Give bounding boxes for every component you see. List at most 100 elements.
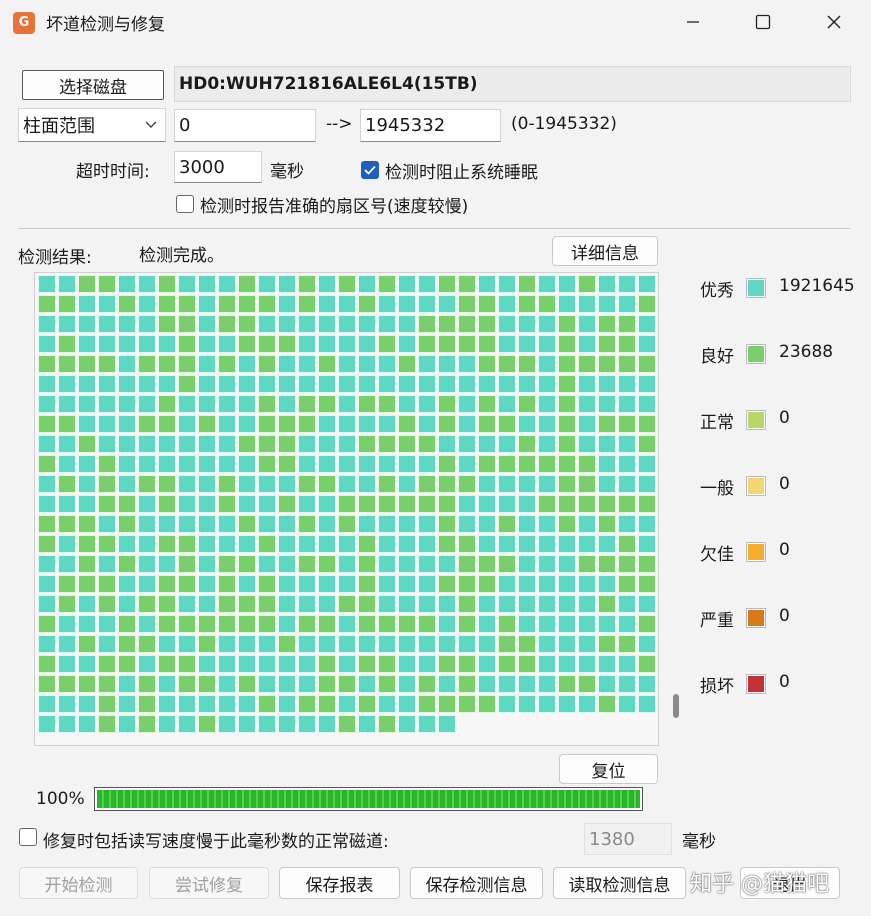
- block-cell: [278, 295, 296, 313]
- block-cell: [338, 375, 356, 393]
- block-cell: [518, 535, 536, 553]
- block-cell: [138, 475, 156, 493]
- block-cell: [418, 435, 436, 453]
- block-cell: [438, 695, 456, 713]
- block-cell: [338, 615, 356, 633]
- block-cell: [598, 435, 616, 453]
- block-cell: [398, 435, 416, 453]
- block-cell: [498, 575, 516, 593]
- block-cell: [118, 715, 136, 733]
- block-cell: [78, 535, 96, 553]
- close-button[interactable]: [811, 6, 857, 38]
- block-cell: [218, 315, 236, 333]
- block-cell: [598, 595, 616, 613]
- block-cell: [298, 695, 316, 713]
- block-cell: [258, 655, 276, 673]
- block-cell: [138, 435, 156, 453]
- block-cell: [458, 575, 476, 593]
- block-cell: [598, 475, 616, 493]
- block-cell: [618, 675, 636, 693]
- block-cell: [498, 455, 516, 473]
- block-cell: [378, 555, 396, 573]
- block-cell: [218, 395, 236, 413]
- block-cell: [358, 595, 376, 613]
- block-cell: [138, 455, 156, 473]
- exact-sector-checkbox[interactable]: [176, 195, 194, 213]
- block-cell: [58, 595, 76, 613]
- block-cell: [558, 635, 576, 653]
- block-cell: [418, 635, 436, 653]
- block-cell: [58, 275, 76, 293]
- block-cell: [178, 335, 196, 353]
- block-cell: [98, 555, 116, 573]
- block-cell: [58, 415, 76, 433]
- block-cell: [538, 355, 556, 373]
- legend-count: 0: [779, 672, 790, 692]
- block-cell: [498, 495, 516, 513]
- block-cell: [498, 295, 516, 313]
- scrollbar-thumb[interactable]: [673, 694, 679, 718]
- block-cell: [138, 695, 156, 713]
- minimize-icon: [687, 21, 699, 23]
- block-cell: [358, 675, 376, 693]
- select-disk-button[interactable]: 选择磁盘: [22, 70, 164, 100]
- reset-button[interactable]: 复位: [559, 754, 658, 784]
- block-cell: [538, 655, 556, 673]
- block-cell: [358, 615, 376, 633]
- maximize-button[interactable]: [740, 6, 786, 38]
- start-check-button[interactable]: 开始检测: [19, 867, 138, 899]
- progress-bar: [94, 787, 643, 811]
- range-end-input[interactable]: 1945332: [360, 109, 501, 142]
- range-mode-select[interactable]: 柱面范围: [18, 108, 166, 142]
- save-report-button[interactable]: 保存报表: [279, 867, 400, 899]
- block-cell: [438, 555, 456, 573]
- load-check-info-button[interactable]: 读取检测信息: [553, 867, 686, 899]
- block-cell: [458, 695, 476, 713]
- block-cell: [78, 595, 96, 613]
- block-cell: [318, 335, 336, 353]
- block-cell: [398, 695, 416, 713]
- block-cell: [398, 515, 416, 533]
- block-cell: [398, 675, 416, 693]
- block-cell: [298, 275, 316, 293]
- timeout-input[interactable]: 3000: [174, 151, 262, 183]
- save-check-info-button[interactable]: 保存检测信息: [410, 867, 543, 899]
- block-cell: [498, 315, 516, 333]
- block-cell: [498, 475, 516, 493]
- block-cell: [78, 335, 96, 353]
- slow-repair-input[interactable]: 1380: [584, 823, 672, 855]
- block-cell: [638, 355, 656, 373]
- try-repair-button[interactable]: 尝试修复: [149, 867, 269, 899]
- block-cell: [418, 355, 436, 373]
- block-cell: [38, 655, 56, 673]
- block-cell: [418, 315, 436, 333]
- minimize-button[interactable]: [670, 6, 716, 38]
- block-cell: [78, 555, 96, 573]
- block-cell: [618, 615, 636, 633]
- block-cell: [318, 275, 336, 293]
- block-cell: [458, 275, 476, 293]
- prevent-sleep-checkbox[interactable]: [361, 161, 379, 179]
- block-cell: [478, 295, 496, 313]
- block-cell: [158, 295, 176, 313]
- block-cell: [198, 495, 216, 513]
- block-cell: [618, 295, 636, 313]
- block-cell: [158, 455, 176, 473]
- block-cell: [378, 655, 396, 673]
- legend-label: 正常: [700, 413, 734, 433]
- block-cell: [438, 435, 456, 453]
- block-cell: [198, 615, 216, 633]
- block-cell: [638, 475, 656, 493]
- block-cell: [58, 535, 76, 553]
- range-start-input[interactable]: 0: [174, 109, 316, 142]
- section-divider: [18, 228, 850, 229]
- block-cell: [598, 495, 616, 513]
- detail-info-button[interactable]: 详细信息: [552, 236, 658, 266]
- block-cell: [318, 675, 336, 693]
- legend-count: 0: [779, 606, 790, 626]
- slow-repair-checkbox[interactable]: [19, 828, 37, 846]
- block-cell: [158, 675, 176, 693]
- block-cell: [378, 395, 396, 413]
- block-cell: [38, 475, 56, 493]
- block-cell: [618, 495, 636, 513]
